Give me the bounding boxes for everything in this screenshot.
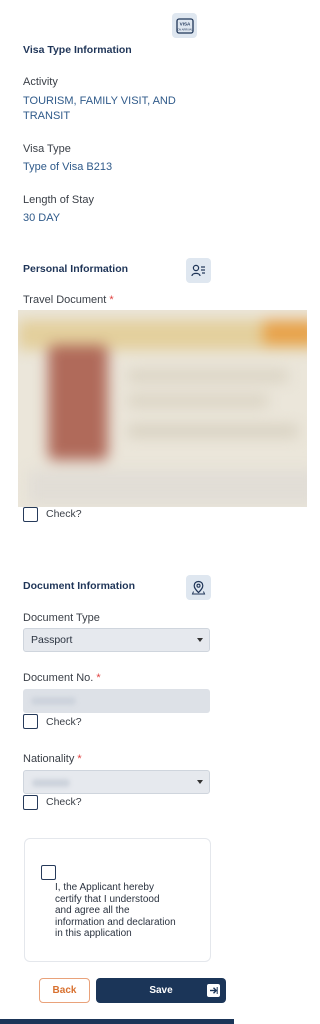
nationality-label: Nationality * (23, 753, 82, 765)
declaration-line-2: certify that I understood (55, 893, 160, 905)
declaration-text: I, the Applicant hereby certify that I u… (55, 882, 210, 940)
declaration-checkbox[interactable] (41, 865, 56, 880)
travel-document-label: Travel Document * (23, 294, 114, 306)
save-button-label: Save (149, 985, 173, 996)
back-button[interactable]: Back (39, 978, 90, 1003)
declaration-line-3: and agree all the (55, 905, 130, 916)
document-type-select[interactable]: Passport (23, 628, 210, 652)
document-no-redacted-value (31, 697, 76, 705)
visa-type-value: Type of Visa B213 (23, 161, 113, 173)
length-of-stay-label: Length of Stay (23, 194, 94, 206)
declaration-line-5: in this application (55, 928, 132, 939)
travel-document-image[interactable] (18, 310, 307, 507)
nationality-check-label: Check? (46, 796, 82, 808)
travel-document-checkbox[interactable] (23, 507, 38, 522)
declaration-card: I, the Applicant hereby certify that I u… (24, 838, 211, 962)
declaration-line-1: I, the Applicant hereby (55, 882, 154, 893)
required-mark: * (96, 672, 101, 684)
document-no-label: Document No. * (23, 672, 101, 684)
activity-label: Activity (23, 76, 58, 88)
declaration-line-4: information and declaration (55, 916, 176, 928)
required-mark: * (77, 753, 82, 765)
bottom-bar (0, 1019, 234, 1024)
document-no-label-text: Document No. (23, 672, 94, 684)
nationality-select[interactable] (23, 770, 210, 794)
document-no-checkbox[interactable] (23, 714, 38, 729)
save-button[interactable]: Save (96, 978, 226, 1003)
arrow-right-icon (207, 983, 220, 997)
required-mark: * (109, 294, 114, 306)
document-section-title: Document Information (23, 580, 135, 592)
travel-document-label-text: Travel Document (23, 294, 107, 306)
document-type-value: Passport (31, 634, 73, 646)
document-no-check-label: Check? (46, 716, 82, 728)
chevron-down-icon (197, 780, 203, 784)
length-of-stay-value: 30 DAY (23, 212, 61, 224)
travel-document-check-label: Check? (46, 508, 82, 520)
visa-type-section-title: Visa Type Information (23, 44, 132, 56)
person-list-icon (186, 258, 211, 283)
svg-text:VISA: VISA (179, 21, 190, 26)
visa-card-icon: VISA ON ARRIVAL (172, 13, 197, 38)
activity-value-line2: TRANSIT (23, 110, 71, 122)
personal-section-title: Personal Information (23, 263, 129, 275)
document-type-label: Document Type (23, 612, 100, 624)
visa-type-label: Visa Type (23, 143, 71, 155)
nationality-label-text: Nationality (23, 753, 75, 765)
chevron-down-icon (197, 638, 203, 642)
activity-value-line1: TOURISM, FAMILY VISIT, AND (23, 95, 176, 107)
document-image-blur-layer (18, 310, 307, 507)
location-pin-icon (186, 575, 211, 600)
document-no-input[interactable] (23, 689, 210, 713)
nationality-redacted-value (32, 779, 70, 787)
nationality-checkbox[interactable] (23, 795, 38, 810)
svg-text:ON ARRIVAL: ON ARRIVAL (177, 27, 193, 31)
